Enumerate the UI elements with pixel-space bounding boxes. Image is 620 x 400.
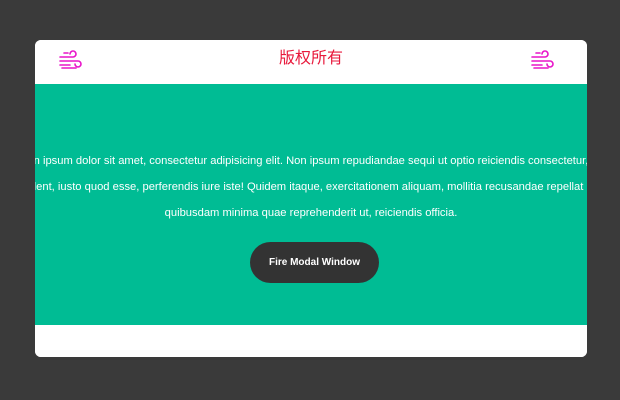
hero-text-line: quibusdam minima quae reprehenderit ut, … bbox=[164, 207, 458, 219]
hero-paragraph: n ipsum dolor sit amet, consectetur adip… bbox=[35, 148, 587, 226]
hero-section: n ipsum dolor sit amet, consectetur adip… bbox=[35, 84, 587, 325]
modal-demo-card: 版权所有 n ipsum dolor sit amet, consectetur… bbox=[35, 40, 587, 357]
fire-modal-button[interactable]: Fire Modal Window bbox=[250, 242, 379, 283]
footer-strip bbox=[35, 325, 587, 357]
hero-text-line: n ipsum dolor sit amet, consectetur adip… bbox=[35, 155, 587, 167]
header-bar: 版权所有 bbox=[35, 40, 587, 84]
wind-icon[interactable] bbox=[530, 49, 554, 71]
hero-text-line: dent, iusto quod esse, perferendis iure … bbox=[35, 181, 587, 193]
header-title: 版权所有 bbox=[278, 48, 343, 67]
